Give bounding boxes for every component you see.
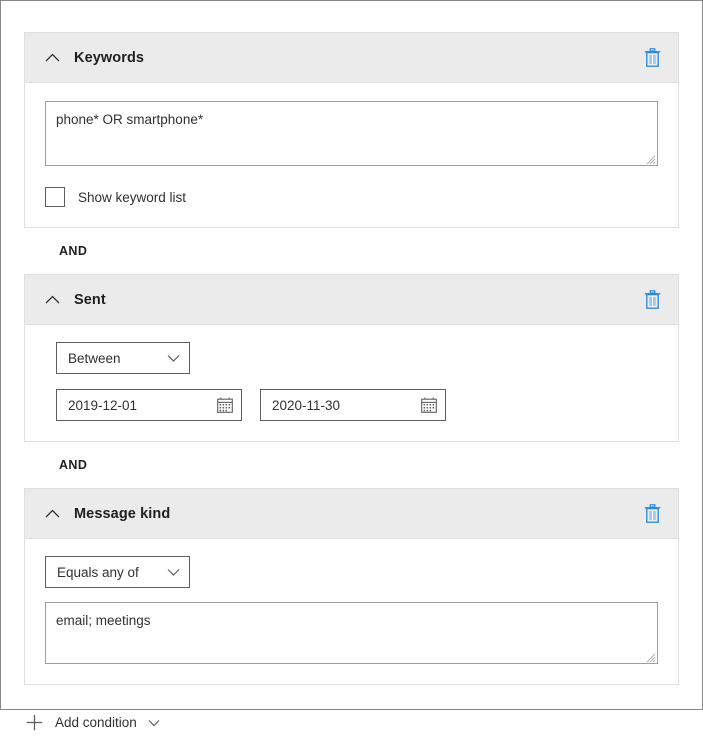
show-keyword-list-checkbox[interactable] xyxy=(45,187,65,207)
message-kind-operator-dropdown[interactable]: Equals any of xyxy=(45,556,190,588)
show-keyword-list-label: Show keyword list xyxy=(78,190,186,205)
message-kind-operator-value: Equals any of xyxy=(57,565,139,580)
trash-icon[interactable] xyxy=(640,288,664,312)
message-kind-textarea-wrap xyxy=(45,602,658,664)
message-kind-input[interactable] xyxy=(45,602,658,664)
keywords-input[interactable] xyxy=(45,101,658,166)
sent-start-date-field[interactable]: 2019-12-01 xyxy=(56,389,242,421)
condition-body-sent: Between 2019-12-01 xyxy=(25,325,678,441)
condition-title-message-kind: Message kind xyxy=(74,506,640,522)
trash-icon[interactable] xyxy=(640,502,664,526)
sent-end-date-field[interactable]: 2020-11-30 xyxy=(260,389,446,421)
separator-and-1: AND xyxy=(24,228,679,274)
condition-title-keywords: Keywords xyxy=(74,50,640,66)
condition-body-keywords: Show keyword list xyxy=(25,83,678,227)
chevron-down-icon xyxy=(167,568,180,576)
conditions-builder: Keywords xyxy=(24,32,679,736)
add-condition-label: Add condition xyxy=(55,715,137,730)
keywords-textarea-wrap xyxy=(45,101,658,166)
chevron-down-icon xyxy=(167,354,180,362)
separator-and-2: AND xyxy=(24,442,679,488)
chevron-up-icon[interactable] xyxy=(41,47,63,69)
condition-card-message-kind: Message kind Equals any of xyxy=(24,488,679,685)
show-keyword-list-row[interactable]: Show keyword list xyxy=(45,187,658,207)
chevron-down-icon xyxy=(148,719,160,727)
condition-body-message-kind: Equals any of xyxy=(25,539,678,684)
sent-date-range: 2019-12-01 xyxy=(56,389,658,421)
chevron-up-icon[interactable] xyxy=(41,289,63,311)
add-condition-button[interactable]: Add condition xyxy=(26,714,160,731)
sent-operator-value: Between xyxy=(68,351,121,366)
plus-icon xyxy=(26,714,43,731)
calendar-icon[interactable] xyxy=(421,397,437,413)
condition-card-keywords: Keywords xyxy=(24,32,679,228)
condition-header-keywords: Keywords xyxy=(25,33,678,83)
sent-end-date-value: 2020-11-30 xyxy=(272,398,340,413)
condition-title-sent: Sent xyxy=(74,292,640,308)
sent-operator-dropdown[interactable]: Between xyxy=(56,342,190,374)
query-builder-page: Keywords xyxy=(0,0,703,710)
condition-header-message-kind: Message kind xyxy=(25,489,678,539)
condition-header-sent: Sent xyxy=(25,275,678,325)
trash-icon[interactable] xyxy=(640,46,664,70)
condition-card-sent: Sent Between xyxy=(24,274,679,442)
calendar-icon[interactable] xyxy=(217,397,233,413)
chevron-up-icon[interactable] xyxy=(41,503,63,525)
sent-start-date-value: 2019-12-01 xyxy=(68,398,137,413)
